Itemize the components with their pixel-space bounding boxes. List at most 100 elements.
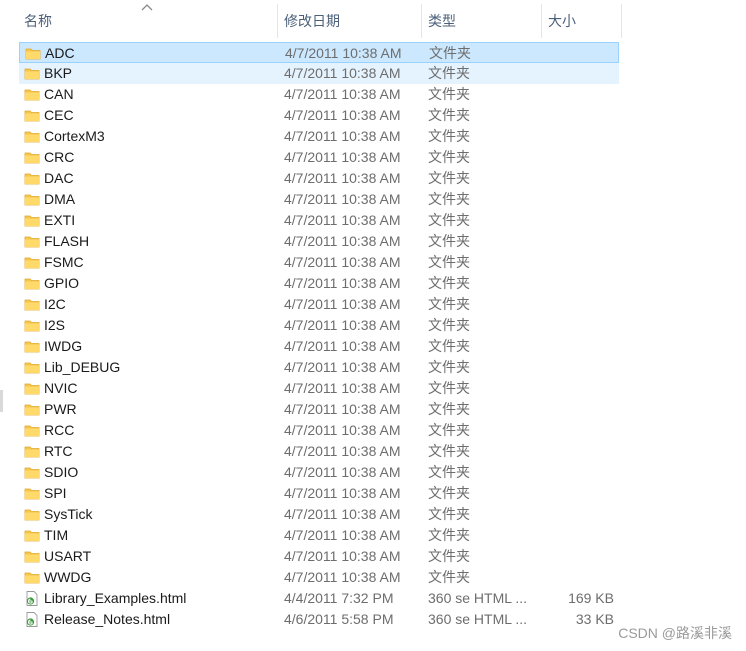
file-size <box>542 525 614 546</box>
folder-row[interactable]: CortexM3 4/7/2011 10:38 AM 文件夹 <box>19 126 619 147</box>
column-header-name[interactable]: 名称 <box>18 0 277 38</box>
folder-row[interactable]: SDIO 4/7/2011 10:38 AM 文件夹 <box>19 462 619 483</box>
file-modified-date: 4/7/2011 10:38 AM <box>284 191 401 207</box>
folder-row[interactable]: CAN 4/7/2011 10:38 AM 文件夹 <box>19 84 619 105</box>
file-type: 360 se HTML ... <box>428 611 528 627</box>
folder-row[interactable]: I2S 4/7/2011 10:38 AM 文件夹 <box>19 315 619 336</box>
folder-row[interactable]: NVIC 4/7/2011 10:38 AM 文件夹 <box>19 378 619 399</box>
folder-row[interactable]: FSMC 4/7/2011 10:38 AM 文件夹 <box>19 252 619 273</box>
file-name: CRC <box>44 149 75 165</box>
file-size <box>542 84 614 105</box>
folder-row[interactable]: DAC 4/7/2011 10:38 AM 文件夹 <box>19 168 619 189</box>
folder-icon <box>24 362 40 374</box>
file-type: 文件夹 <box>428 443 470 459</box>
column-header-type[interactable]: 类型 <box>422 0 541 38</box>
folder-icon <box>25 48 41 60</box>
file-row[interactable]: Library_Examples.html 4/4/2011 7:32 PM 360… <box>19 588 619 609</box>
column-header: 名称 修改日期 类型 大小 <box>0 0 746 38</box>
file-size <box>542 294 614 315</box>
file-size <box>542 252 614 273</box>
file-type: 文件夹 <box>428 485 470 501</box>
scroll-edge-marker <box>0 390 3 412</box>
file-size <box>542 357 614 378</box>
folder-row[interactable]: CRC 4/7/2011 10:38 AM 文件夹 <box>19 147 619 168</box>
file-type: 文件夹 <box>428 212 470 228</box>
folder-icon <box>24 509 40 521</box>
folder-icon <box>24 341 40 353</box>
folder-row[interactable]: TIM 4/7/2011 10:38 AM 文件夹 <box>19 525 619 546</box>
file-explorer: 名称 修改日期 类型 大小 ADC 4/7/2011 10:38 AM 文件夹 BKP… <box>0 0 746 651</box>
file-size <box>542 63 614 84</box>
file-name: SPI <box>44 485 67 501</box>
file-size <box>542 147 614 168</box>
file-name: Library_Examples.html <box>44 590 187 606</box>
file-type: 文件夹 <box>428 338 470 354</box>
file-type: 文件夹 <box>428 254 470 270</box>
file-size <box>542 462 614 483</box>
file-modified-date: 4/7/2011 10:38 AM <box>284 359 401 375</box>
folder-row[interactable]: I2C 4/7/2011 10:38 AM 文件夹 <box>19 294 619 315</box>
folder-icon <box>24 257 40 269</box>
file-name: CAN <box>44 86 74 102</box>
file-row[interactable]: Release_Notes.html 4/6/2011 5:58 PM 360 se… <box>19 609 619 630</box>
file-modified-date: 4/7/2011 10:38 AM <box>284 296 401 312</box>
folder-row[interactable]: SPI 4/7/2011 10:38 AM 文件夹 <box>19 483 619 504</box>
file-size: 169 KB <box>568 590 614 606</box>
file-modified-date: 4/7/2011 10:38 AM <box>284 527 401 543</box>
file-type: 文件夹 <box>428 401 470 417</box>
folder-row[interactable]: WWDG 4/7/2011 10:38 AM 文件夹 <box>19 567 619 588</box>
file-modified-date: 4/7/2011 10:38 AM <box>284 338 401 354</box>
file-modified-date: 4/7/2011 10:38 AM <box>284 233 401 249</box>
folder-row[interactable]: CEC 4/7/2011 10:38 AM 文件夹 <box>19 105 619 126</box>
folder-row[interactable]: FLASH 4/7/2011 10:38 AM 文件夹 <box>19 231 619 252</box>
folder-row[interactable]: RCC 4/7/2011 10:38 AM 文件夹 <box>19 420 619 441</box>
file-modified-date: 4/7/2011 10:38 AM <box>284 254 401 270</box>
html-file-icon <box>26 612 38 627</box>
file-type: 文件夹 <box>428 359 470 375</box>
file-type: 文件夹 <box>428 317 470 333</box>
folder-row[interactable]: ADC 4/7/2011 10:38 AM 文件夹 <box>19 42 619 63</box>
file-name: I2S <box>44 317 66 333</box>
file-modified-date: 4/7/2011 10:38 AM <box>284 170 401 186</box>
folder-row[interactable]: DMA 4/7/2011 10:38 AM 文件夹 <box>19 189 619 210</box>
file-type: 文件夹 <box>429 45 471 61</box>
column-divider[interactable] <box>621 4 622 38</box>
file-size <box>542 315 614 336</box>
file-type: 文件夹 <box>428 107 470 123</box>
file-size <box>542 189 614 210</box>
folder-icon <box>24 110 40 122</box>
file-name: SDIO <box>44 464 79 480</box>
folder-row[interactable]: RTC 4/7/2011 10:38 AM 文件夹 <box>19 441 619 462</box>
file-modified-date: 4/4/2011 7:32 PM <box>284 590 394 606</box>
file-modified-date: 4/7/2011 10:38 AM <box>284 422 401 438</box>
file-modified-date: 4/7/2011 10:38 AM <box>284 506 401 522</box>
file-size <box>542 483 614 504</box>
file-size <box>542 231 614 252</box>
folder-icon <box>24 488 40 500</box>
folder-row[interactable]: SysTick 4/7/2011 10:38 AM 文件夹 <box>19 504 619 525</box>
file-modified-date: 4/7/2011 10:38 AM <box>284 149 401 165</box>
file-name: RCC <box>44 422 75 438</box>
file-size <box>542 420 614 441</box>
file-type: 文件夹 <box>428 506 470 522</box>
folder-row[interactable]: USART 4/7/2011 10:38 AM 文件夹 <box>19 546 619 567</box>
file-name: TIM <box>44 527 69 543</box>
column-header-date[interactable]: 修改日期 <box>278 0 421 38</box>
file-modified-date: 4/7/2011 10:38 AM <box>284 485 401 501</box>
folder-row[interactable]: EXTI 4/7/2011 10:38 AM 文件夹 <box>19 210 619 231</box>
file-name: CortexM3 <box>44 128 105 144</box>
folder-icon <box>24 173 40 185</box>
file-modified-date: 4/7/2011 10:38 AM <box>284 275 401 291</box>
folder-row[interactable]: IWDG 4/7/2011 10:38 AM 文件夹 <box>19 336 619 357</box>
folder-row[interactable]: PWR 4/7/2011 10:38 AM 文件夹 <box>19 399 619 420</box>
folder-icon <box>24 320 40 332</box>
file-modified-date: 4/7/2011 10:38 AM <box>284 380 401 396</box>
file-size <box>542 546 614 567</box>
folder-row[interactable]: GPIO 4/7/2011 10:38 AM 文件夹 <box>19 273 619 294</box>
column-header-size[interactable]: 大小 <box>542 0 621 38</box>
file-name: USART <box>44 548 92 564</box>
file-name: ADC <box>45 45 75 61</box>
file-size <box>542 273 614 294</box>
folder-row[interactable]: Lib_DEBUG 4/7/2011 10:38 AM 文件夹 <box>19 357 619 378</box>
folder-row[interactable]: BKP 4/7/2011 10:38 AM 文件夹 <box>19 63 619 84</box>
